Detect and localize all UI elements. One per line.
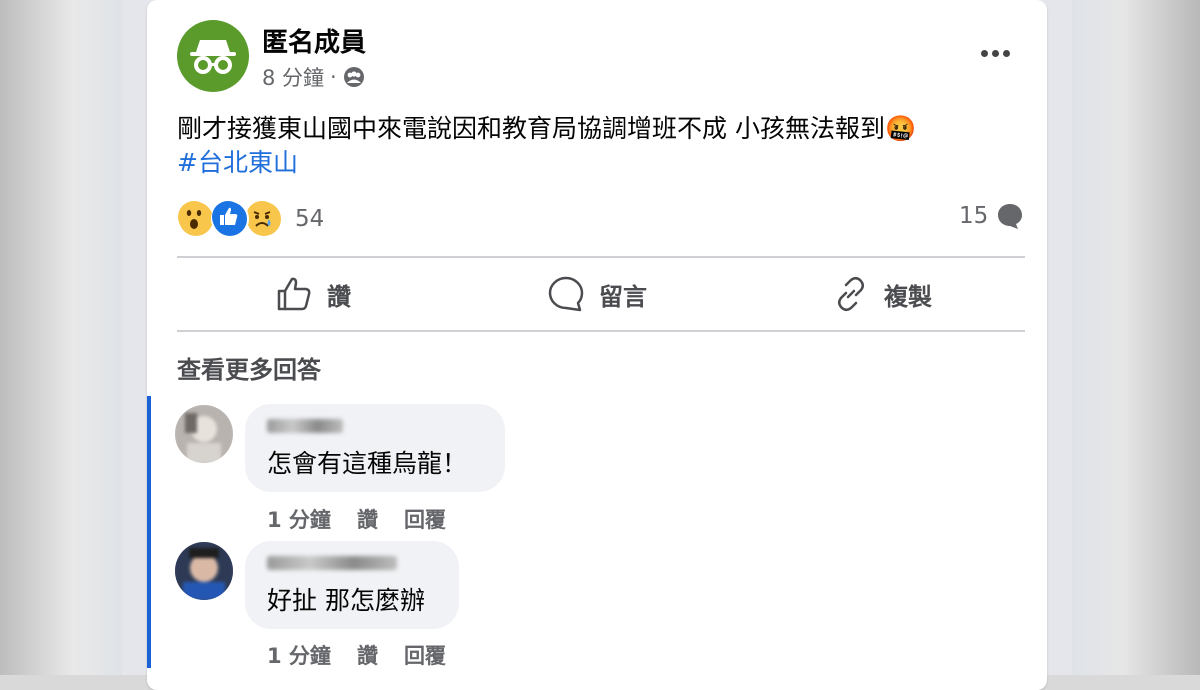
comment-time[interactable]: 1 分鐘 bbox=[267, 504, 331, 534]
comment-count-value: 15 bbox=[959, 203, 989, 229]
anonymous-avatar[interactable] bbox=[177, 20, 249, 92]
commenter-avatar[interactable] bbox=[175, 405, 233, 463]
comment-like-link[interactable]: 讚 bbox=[357, 504, 378, 534]
more-options-icon[interactable] bbox=[975, 40, 1015, 66]
reaction-summary[interactable]: 54 bbox=[177, 200, 324, 238]
comment-text: 怎會有這種烏龍！ bbox=[267, 449, 468, 478]
divider-top bbox=[177, 256, 1025, 258]
comment-button[interactable]: 留言 bbox=[547, 272, 647, 316]
video-background-left bbox=[0, 0, 122, 675]
post-hashtag[interactable]: #台北東山 bbox=[177, 146, 298, 180]
group-privacy-icon bbox=[343, 67, 364, 87]
incognito-icon bbox=[190, 40, 236, 74]
commenter-name-blurred[interactable] bbox=[267, 414, 483, 438]
like-button[interactable]: 讚 bbox=[275, 272, 351, 316]
comment-like-link[interactable]: 讚 bbox=[357, 640, 378, 670]
comment-label: 留言 bbox=[599, 282, 647, 311]
copy-label: 複製 bbox=[884, 282, 932, 311]
comment-text: 好扯 那怎麼辦 bbox=[267, 586, 425, 615]
comment-count[interactable]: 15 bbox=[959, 202, 1024, 230]
comment-icon bbox=[548, 276, 584, 312]
comment-bubble: 好扯 那怎麼辦 bbox=[245, 541, 459, 629]
comment-bubble-icon bbox=[998, 204, 1023, 229]
comment-actions: 1 分鐘 讚 回覆 bbox=[267, 640, 446, 670]
feed-page: 匿名成員 8 分鐘 · 剛才接獲東山國中來電說因和教育局協調增班不成 小孩無法報… bbox=[122, 0, 1072, 690]
post-time[interactable]: 8 分鐘 bbox=[262, 62, 324, 92]
link-icon bbox=[838, 277, 864, 311]
divider-bottom bbox=[177, 330, 1025, 332]
post-meta: 8 分鐘 · bbox=[262, 62, 365, 92]
comment-reply-link[interactable]: 回覆 bbox=[404, 504, 446, 534]
wow-reaction-icon bbox=[177, 200, 215, 238]
like-reaction-icon bbox=[211, 200, 249, 238]
comment-reply-link[interactable]: 回覆 bbox=[404, 640, 446, 670]
post-card: 匿名成員 8 分鐘 · 剛才接獲東山國中來電說因和教育局協調增班不成 小孩無法報… bbox=[147, 0, 1047, 690]
meta-separator: · bbox=[330, 65, 337, 89]
sad-reaction-icon bbox=[245, 200, 283, 238]
commenter-avatar[interactable] bbox=[175, 542, 233, 600]
view-more-replies-link[interactable]: 查看更多回答 bbox=[177, 350, 321, 385]
post-author[interactable]: 匿名成員 bbox=[262, 22, 366, 59]
thumbs-up-icon bbox=[277, 277, 311, 311]
like-label: 讚 bbox=[327, 282, 351, 311]
commenter-name-blurred[interactable] bbox=[267, 551, 437, 575]
post-text: 剛才接獲東山國中來電說因和教育局協調增班不成 小孩無法報到🤬 bbox=[177, 114, 917, 143]
reaction-count: 54 bbox=[295, 206, 325, 232]
comment-time[interactable]: 1 分鐘 bbox=[267, 640, 331, 670]
copy-button[interactable]: 複製 bbox=[832, 272, 932, 316]
comment-bubble: 怎會有這種烏龍！ bbox=[245, 404, 505, 492]
comment-actions: 1 分鐘 讚 回覆 bbox=[267, 504, 446, 534]
reply-thread-line bbox=[147, 396, 151, 668]
video-background-right bbox=[1072, 0, 1200, 675]
